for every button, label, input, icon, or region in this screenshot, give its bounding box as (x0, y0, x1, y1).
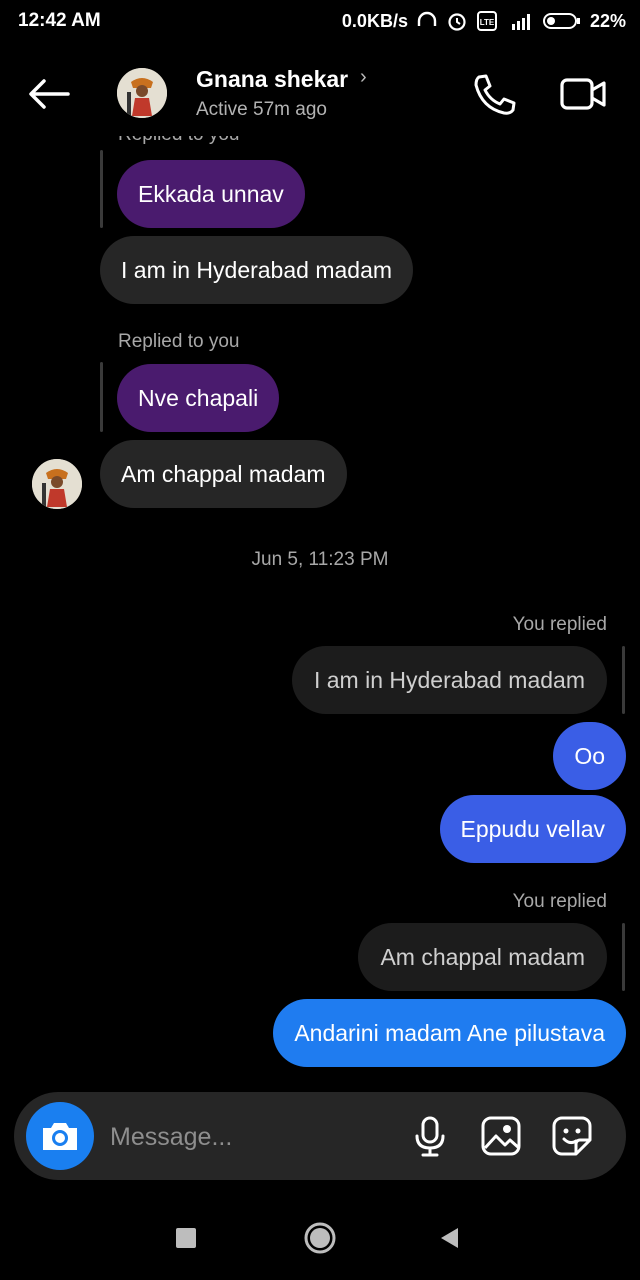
system-nav-bar (0, 1200, 640, 1280)
avatar[interactable] (117, 68, 167, 118)
svg-text:LTE: LTE (480, 18, 495, 27)
phone-icon[interactable] (470, 72, 518, 116)
sent-message[interactable]: Eppudu vellav (439, 795, 626, 863)
back-arrow-icon[interactable] (24, 74, 74, 114)
reply-line (100, 362, 103, 432)
quoted-message[interactable]: Am chappal madam (358, 923, 607, 991)
home-icon[interactable] (302, 1220, 338, 1256)
quoted-message[interactable]: Nve chapali (117, 364, 280, 432)
you-replied-meta: You replied (512, 614, 607, 635)
status-icons: 0.0KB/s LTE 22% (342, 10, 626, 32)
camera-button[interactable] (26, 1102, 94, 1170)
avatar[interactable] (32, 459, 82, 509)
sent-message[interactable]: Andarini madam Ane pilustava (273, 999, 626, 1067)
quoted-message[interactable]: Ekkada unnav (117, 160, 305, 228)
status-time: 12:42 AM (18, 10, 101, 31)
active-status: Active 57m ago (196, 99, 327, 120)
timestamp: Jun 5, 11:23 PM (251, 549, 389, 570)
back-nav-icon[interactable] (438, 1226, 462, 1250)
contact-name[interactable]: Gnana shekar (196, 66, 348, 93)
received-message[interactable]: Am chappal madam (100, 440, 347, 508)
alarm-icon (448, 13, 466, 31)
volte-icon: LTE (476, 11, 497, 31)
you-replied-meta: You replied (512, 891, 607, 912)
battery-icon (542, 13, 580, 29)
sent-message[interactable]: Oo (553, 722, 626, 790)
microphone-icon[interactable] (408, 1114, 452, 1158)
message-composer (14, 1092, 626, 1180)
quoted-message[interactable]: I am in Hyderabad madam (291, 646, 607, 714)
net-speed: 0.0KB/s (341, 10, 408, 31)
headphones-icon (417, 11, 437, 26)
received-message[interactable]: I am in Hyderabad madam (100, 236, 414, 304)
chat-header: Gnana shekar › Active 57m ago (0, 44, 640, 144)
reply-line (622, 923, 625, 991)
status-bar: 12:42 AM 0.0KB/s LTE 22% (0, 0, 640, 44)
reply-line (622, 646, 625, 714)
reply-meta: Replied to you (118, 331, 240, 352)
reply-line (100, 150, 103, 228)
signal-icon (511, 14, 530, 30)
gallery-icon[interactable] (479, 1114, 523, 1158)
sticker-icon[interactable] (550, 1114, 594, 1158)
video-call-icon[interactable] (558, 74, 608, 114)
camera-icon (43, 1123, 77, 1150)
recents-icon[interactable] (174, 1226, 198, 1250)
chevron-right-icon[interactable]: › (360, 66, 367, 89)
battery-level: 22% (589, 10, 626, 31)
message-input[interactable] (108, 1116, 382, 1158)
